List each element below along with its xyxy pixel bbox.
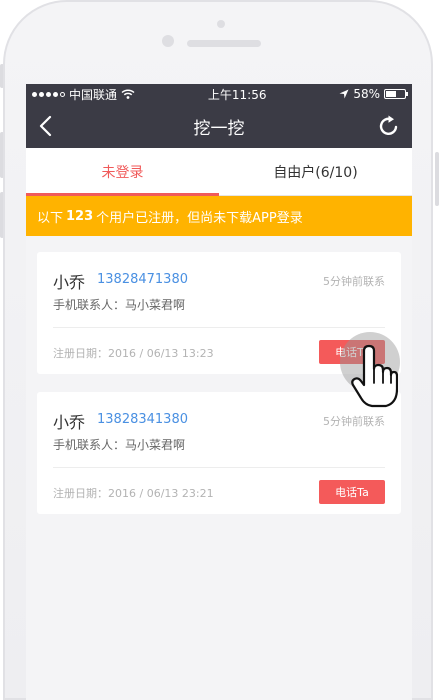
phone-sensor xyxy=(217,20,225,28)
call-button-label: 电话Ta xyxy=(335,486,369,499)
refresh-icon[interactable] xyxy=(376,113,402,139)
location-arrow-icon xyxy=(339,89,349,99)
user-name: 小乔 xyxy=(53,273,86,292)
banner-suffix: 个用户已注册，但尚未下载APP登录 xyxy=(96,210,303,226)
chevron-left-icon[interactable] xyxy=(34,113,60,139)
card-divider xyxy=(53,327,385,328)
user-name: 小乔 xyxy=(53,413,86,432)
last-contact-time: 5分钟前联系 xyxy=(323,275,385,288)
battery-percent: 58% xyxy=(353,87,380,101)
status-bar: 中国联通 上午11:56 58% xyxy=(26,84,412,104)
last-contact-time: 5分钟前联系 xyxy=(323,415,385,428)
wifi-icon xyxy=(121,89,135,99)
nav-bar: 挖一挖 xyxy=(26,104,412,148)
banner-count: 123 xyxy=(66,208,94,224)
status-time: 上午11:56 xyxy=(207,87,267,102)
call-button[interactable]: 电话Ta xyxy=(319,480,385,504)
user-phone-link[interactable]: 13828341380 xyxy=(97,412,188,427)
register-date: 注册日期：2016 / 06/13 23:21 xyxy=(53,487,214,500)
tab-bar: 未登录 自由户(6/10) xyxy=(26,148,412,196)
user-phone-link[interactable]: 13828471380 xyxy=(97,272,188,287)
user-card: 小乔 13828341380 5分钟前联系 手机联系人：马小菜君啊 注册日期：2… xyxy=(37,392,401,514)
tab-not-logged-in[interactable]: 未登录 xyxy=(26,148,219,196)
tab-label: 自由户(6/10) xyxy=(273,164,358,181)
tab-free-users[interactable]: 自由户(6/10) xyxy=(219,148,412,195)
contact-name: 手机联系人：马小菜君啊 xyxy=(53,298,186,312)
card-divider xyxy=(53,467,385,468)
battery-icon xyxy=(384,89,408,99)
hand-pointer-icon xyxy=(351,344,398,408)
tab-label: 未登录 xyxy=(101,164,144,181)
carrier-label: 中国联通 xyxy=(69,87,118,102)
phone-power-button xyxy=(435,152,439,206)
contact-name: 手机联系人：马小菜君啊 xyxy=(53,438,186,452)
banner-prefix: 以下 xyxy=(37,210,64,226)
phone-speaker xyxy=(187,40,261,47)
signal-icon xyxy=(32,91,65,97)
register-date: 注册日期：2016 / 06/13 13:23 xyxy=(53,347,214,360)
phone-camera xyxy=(162,35,174,47)
page-title: 挖一挖 xyxy=(193,118,245,139)
notice-banner: 以下 123 个用户已注册，但尚未下载APP登录 xyxy=(26,196,412,236)
